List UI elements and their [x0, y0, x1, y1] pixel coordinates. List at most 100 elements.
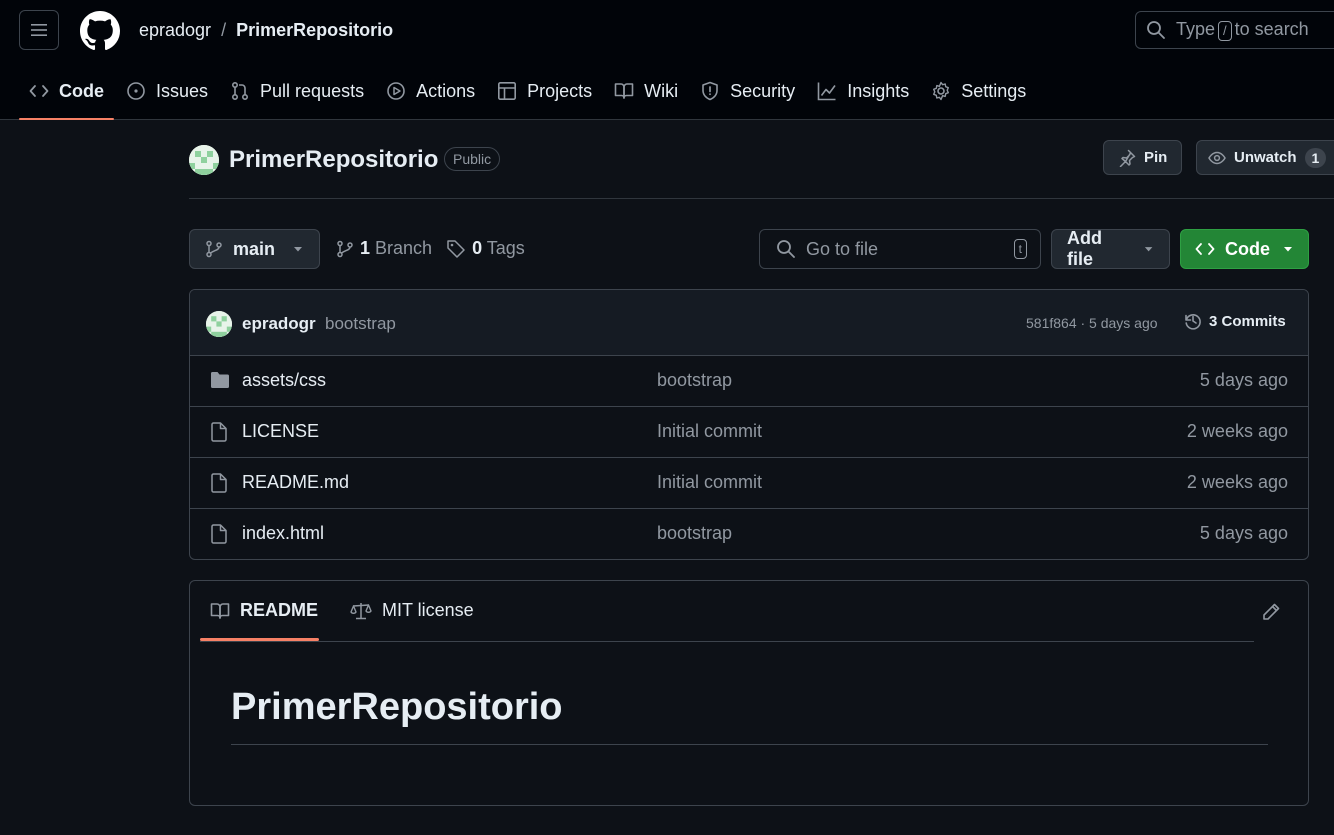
file-commit-message[interactable]: bootstrap [657, 523, 732, 544]
tab-insights[interactable]: Insights [807, 70, 919, 112]
file-icon [211, 524, 227, 544]
tag-icon [447, 239, 465, 258]
chevron-down-icon [1284, 247, 1292, 252]
watch-count: 1 [1304, 147, 1327, 168]
tag-count-label: Tags [486, 238, 525, 258]
breadcrumb-owner[interactable]: epradogr [139, 20, 211, 41]
tags-link[interactable]: 0 Tags [472, 238, 525, 259]
file-row[interactable]: README.md Initial commit 2 weeks ago [190, 458, 1308, 509]
book-icon [614, 83, 634, 99]
tag-count: 0 [472, 238, 483, 258]
breadcrumb-repo[interactable]: PrimerRepositorio [236, 20, 393, 41]
file-row[interactable]: index.html bootstrap 5 days ago [190, 509, 1308, 559]
search-placeholder-after: to search [1234, 19, 1309, 39]
pin-button[interactable]: Pin [1103, 140, 1183, 175]
eye-icon [1208, 151, 1226, 164]
go-to-file-placeholder: Go to file [806, 238, 879, 259]
pin-label: Pin [1144, 149, 1168, 166]
code-icon [29, 85, 49, 97]
hamburger-icon [31, 24, 47, 36]
add-file-button[interactable]: Add file [1051, 228, 1170, 269]
tab-projects[interactable]: Projects [487, 70, 602, 112]
repo-nav-tabs: Code Issues Pull requests Actions Projec… [19, 70, 1038, 120]
branch-count: 1 [360, 238, 371, 258]
code-button[interactable]: Code [1180, 229, 1309, 269]
code-icon [1195, 243, 1215, 255]
file-browser: epradogr bootstrap 581f864 · 5 days ago … [189, 289, 1309, 560]
repo-title[interactable]: PrimerRepositorio [229, 146, 438, 174]
branch-icon [337, 240, 353, 257]
menu-button[interactable] [19, 10, 59, 50]
commit-message[interactable]: bootstrap [325, 314, 396, 334]
avatar[interactable] [206, 311, 232, 337]
file-date: 2 weeks ago [1186, 472, 1288, 492]
unwatch-label: Unwatch [1234, 149, 1297, 166]
edit-readme-button[interactable] [1261, 602, 1281, 622]
chevron-down-icon [294, 247, 302, 252]
branch-tag-info: 1 Branch 0 Tags [336, 238, 525, 259]
tab-issues-label: Issues [156, 80, 209, 101]
tab-license-label: MIT license [382, 600, 474, 620]
readme-divider [231, 744, 1268, 745]
chevron-down-icon [1144, 247, 1153, 252]
commit-meta[interactable]: 581f864 · 5 days ago [1026, 315, 1158, 331]
tab-issues[interactable]: Issues [116, 70, 218, 112]
scale-icon [350, 602, 372, 619]
github-logo-icon[interactable] [80, 11, 120, 51]
file-name[interactable]: index.html [242, 523, 324, 544]
readme-heading: PrimerRepositorio [231, 686, 563, 728]
tab-pull-requests-label: Pull requests [260, 80, 365, 101]
repo-header: PrimerRepositorio Public Pin Unwatch 1 [189, 140, 1334, 199]
branch-selector[interactable]: main [189, 229, 320, 269]
tab-readme-label: README [240, 600, 319, 620]
file-date: 5 days ago [1199, 370, 1288, 390]
branch-name: main [233, 238, 276, 259]
tab-insights-label: Insights [847, 80, 910, 101]
tab-readme[interactable]: README [210, 600, 318, 621]
global-header: epradogr / PrimerRepositorio Type / to sea… [0, 0, 1334, 120]
avatar[interactable] [189, 145, 219, 175]
visibility-badge: Public [444, 147, 501, 171]
tab-wiki-label: Wiki [644, 80, 679, 101]
book-icon [210, 602, 230, 619]
tab-code-label: Code [59, 80, 104, 101]
search-input[interactable]: Type / to search [1135, 11, 1334, 49]
file-name[interactable]: assets/css [242, 370, 326, 391]
tab-settings-label: Settings [961, 80, 1027, 101]
tab-security[interactable]: Security [690, 70, 805, 112]
go-to-file-input[interactable]: Go to file t [759, 229, 1041, 269]
branches-link[interactable]: 1 Branch [360, 238, 432, 259]
pull-request-icon [232, 81, 249, 101]
file-row[interactable]: assets/css bootstrap 5 days ago [190, 356, 1308, 407]
file-commit-message[interactable]: bootstrap [657, 370, 732, 391]
latest-commit-bar: epradogr bootstrap 581f864 · 5 days ago … [190, 290, 1308, 356]
add-file-label: Add file [1067, 228, 1102, 269]
breadcrumb: epradogr / PrimerRepositorio [139, 20, 393, 41]
file-row[interactable]: LICENSE Initial commit 2 weeks ago [190, 407, 1308, 458]
tab-license[interactable]: MIT license [350, 600, 474, 621]
tab-code[interactable]: Code [19, 70, 114, 120]
tab-pull-requests[interactable]: Pull requests [220, 70, 374, 112]
file-name[interactable]: README.md [242, 472, 349, 493]
tab-actions-label: Actions [416, 80, 476, 101]
file-name[interactable]: LICENSE [242, 421, 319, 442]
tab-security-label: Security [730, 80, 796, 101]
play-icon [387, 82, 405, 100]
tab-actions[interactable]: Actions [376, 70, 485, 112]
go-to-file-shortcut-key: t [1013, 239, 1027, 259]
search-icon [1147, 21, 1165, 39]
unwatch-button[interactable]: Unwatch 1 [1196, 140, 1334, 175]
readme-tabs: README MIT license [200, 581, 1254, 642]
active-tab-indicator [200, 638, 319, 641]
commits-link[interactable]: 3 Commits [1183, 311, 1286, 331]
file-commit-message[interactable]: Initial commit [657, 472, 762, 493]
commit-author[interactable]: epradogr [242, 314, 316, 334]
table-icon [498, 81, 517, 100]
tab-settings[interactable]: Settings [921, 70, 1036, 112]
pencil-icon [1263, 603, 1280, 620]
search-placeholder-before: Type [1176, 19, 1216, 39]
file-commit-message[interactable]: Initial commit [657, 421, 762, 442]
search-icon [777, 240, 795, 258]
search-placeholder: Type / to search [1176, 19, 1309, 41]
tab-wiki[interactable]: Wiki [604, 70, 688, 112]
